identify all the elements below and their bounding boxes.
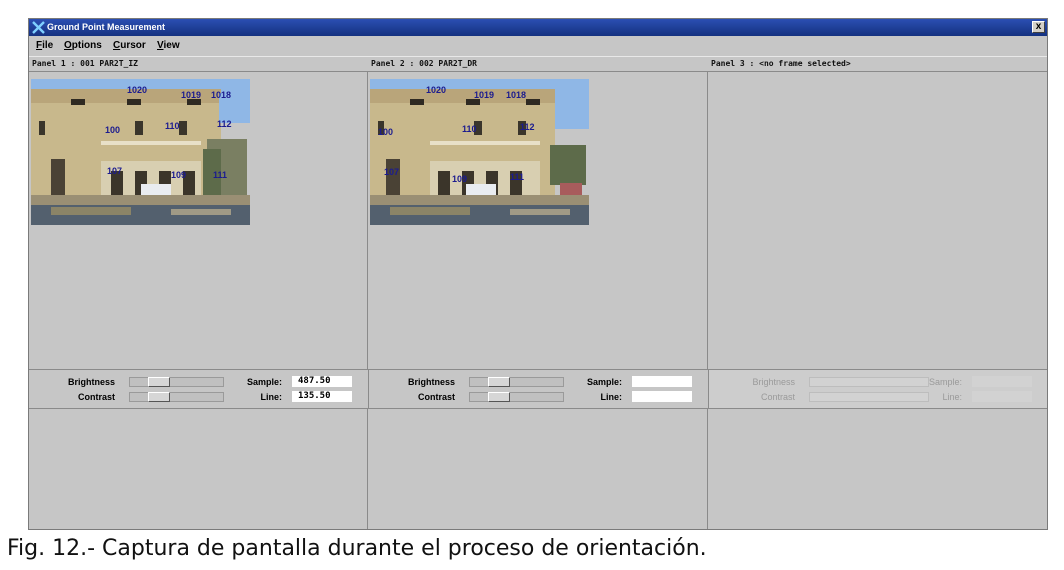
- point-label: 1018: [506, 90, 527, 100]
- contrast-slider[interactable]: [469, 392, 564, 402]
- point-label: 109: [171, 170, 187, 180]
- panel-1-header: Panel 1 : 001 PAR2T_IZ: [29, 56, 368, 72]
- brightness-slider[interactable]: [469, 377, 564, 387]
- sample-label: Sample:: [246, 377, 282, 387]
- point-label: 107: [107, 166, 123, 176]
- line-field: [972, 391, 1032, 402]
- panel-2-photo[interactable]: 1020 1019 1018 100 110 112 107 109 111: [370, 79, 589, 225]
- menu-bar: File Options Cursor View: [29, 36, 1047, 56]
- line-label: Line:: [942, 392, 962, 402]
- panel-2-controls: Brightness Contrast Sample: Line:: [368, 369, 708, 409]
- point-label: 100: [378, 127, 394, 137]
- sample-field: [972, 376, 1032, 387]
- point-label: 1020: [426, 85, 447, 95]
- slider-thumb[interactable]: [488, 377, 510, 387]
- panel-1-photo[interactable]: 1020 1019 1018 100 110 112 107 109 111: [31, 79, 250, 225]
- building-photo-1: [31, 79, 250, 225]
- panel-2-header: Panel 2 : 002 PAR2T_DR: [368, 56, 708, 72]
- menu-options[interactable]: Options: [64, 40, 102, 51]
- point-label: 1018: [211, 90, 232, 100]
- point-label: 111: [510, 172, 525, 182]
- point-label: 111: [213, 170, 228, 180]
- panel-2-image-pane[interactable]: 1020 1019 1018 100 110 112 107 109 111: [368, 72, 708, 369]
- point-label: 112: [217, 119, 232, 129]
- building-photo-2: [370, 79, 589, 225]
- point-label: 110: [165, 121, 180, 131]
- sample-field[interactable]: [632, 376, 692, 387]
- point-label: 100: [105, 125, 121, 135]
- ground-point-measurement-window: Ground Point Measurement x File Options …: [28, 18, 1048, 530]
- brightness-slider: [809, 377, 929, 387]
- slider-thumb[interactable]: [488, 392, 510, 402]
- brightness-label: Brightness: [407, 377, 455, 387]
- close-icon[interactable]: x: [1032, 21, 1045, 33]
- slider-thumb[interactable]: [148, 377, 170, 387]
- panel-2-lower-pane[interactable]: [368, 409, 708, 529]
- line-label: Line:: [260, 392, 283, 402]
- point-label: 112: [520, 122, 535, 132]
- brightness-label: Brightness: [67, 377, 115, 387]
- brightness-label: Brightness: [752, 377, 795, 387]
- slider-thumb[interactable]: [148, 392, 170, 402]
- panel-3-lower-pane[interactable]: [708, 409, 1047, 529]
- app-x-icon: [32, 21, 45, 34]
- title-bar[interactable]: Ground Point Measurement x: [29, 19, 1047, 36]
- panel-1-controls: Brightness Contrast Sample: 487.50 Line:…: [29, 369, 368, 409]
- contrast-slider: [809, 392, 929, 402]
- figure-caption: Fig. 12.- Captura de pantalla durante el…: [7, 536, 707, 561]
- contrast-label: Contrast: [417, 392, 455, 402]
- line-field[interactable]: [632, 391, 692, 402]
- contrast-slider[interactable]: [129, 392, 224, 402]
- sample-label: Sample:: [928, 377, 962, 387]
- contrast-label: Contrast: [77, 392, 115, 402]
- menu-view[interactable]: View: [157, 40, 180, 51]
- point-label: 109: [452, 174, 468, 184]
- point-label: 110: [462, 124, 477, 134]
- line-label: Line:: [600, 392, 623, 402]
- panel-1-lower-pane[interactable]: [29, 409, 368, 529]
- point-label: 1019: [181, 90, 202, 100]
- sample-field[interactable]: 487.50: [292, 376, 352, 387]
- window-title: Ground Point Measurement: [47, 22, 166, 32]
- point-label: 107: [384, 167, 400, 177]
- point-label: 1019: [474, 90, 495, 100]
- point-label: 1020: [127, 85, 148, 95]
- sample-label: Sample:: [586, 377, 622, 387]
- panel-3-header: Panel 3 : <no frame selected>: [708, 56, 1047, 72]
- panel-3-image-pane[interactable]: [708, 72, 1047, 369]
- panel-headers: Panel 1 : 001 PAR2T_IZ Panel 2 : 002 PAR…: [29, 56, 1047, 72]
- panel-3-controls: Brightness Contrast Sample: Line:: [708, 369, 1047, 409]
- contrast-label: Contrast: [760, 392, 795, 402]
- menu-file[interactable]: File: [36, 40, 53, 51]
- line-field[interactable]: 135.50: [292, 391, 352, 402]
- menu-cursor[interactable]: Cursor: [113, 40, 146, 51]
- brightness-slider[interactable]: [129, 377, 224, 387]
- panel-1-image-pane[interactable]: 1020 1019 1018 100 110 112 107 109 111: [29, 72, 368, 369]
